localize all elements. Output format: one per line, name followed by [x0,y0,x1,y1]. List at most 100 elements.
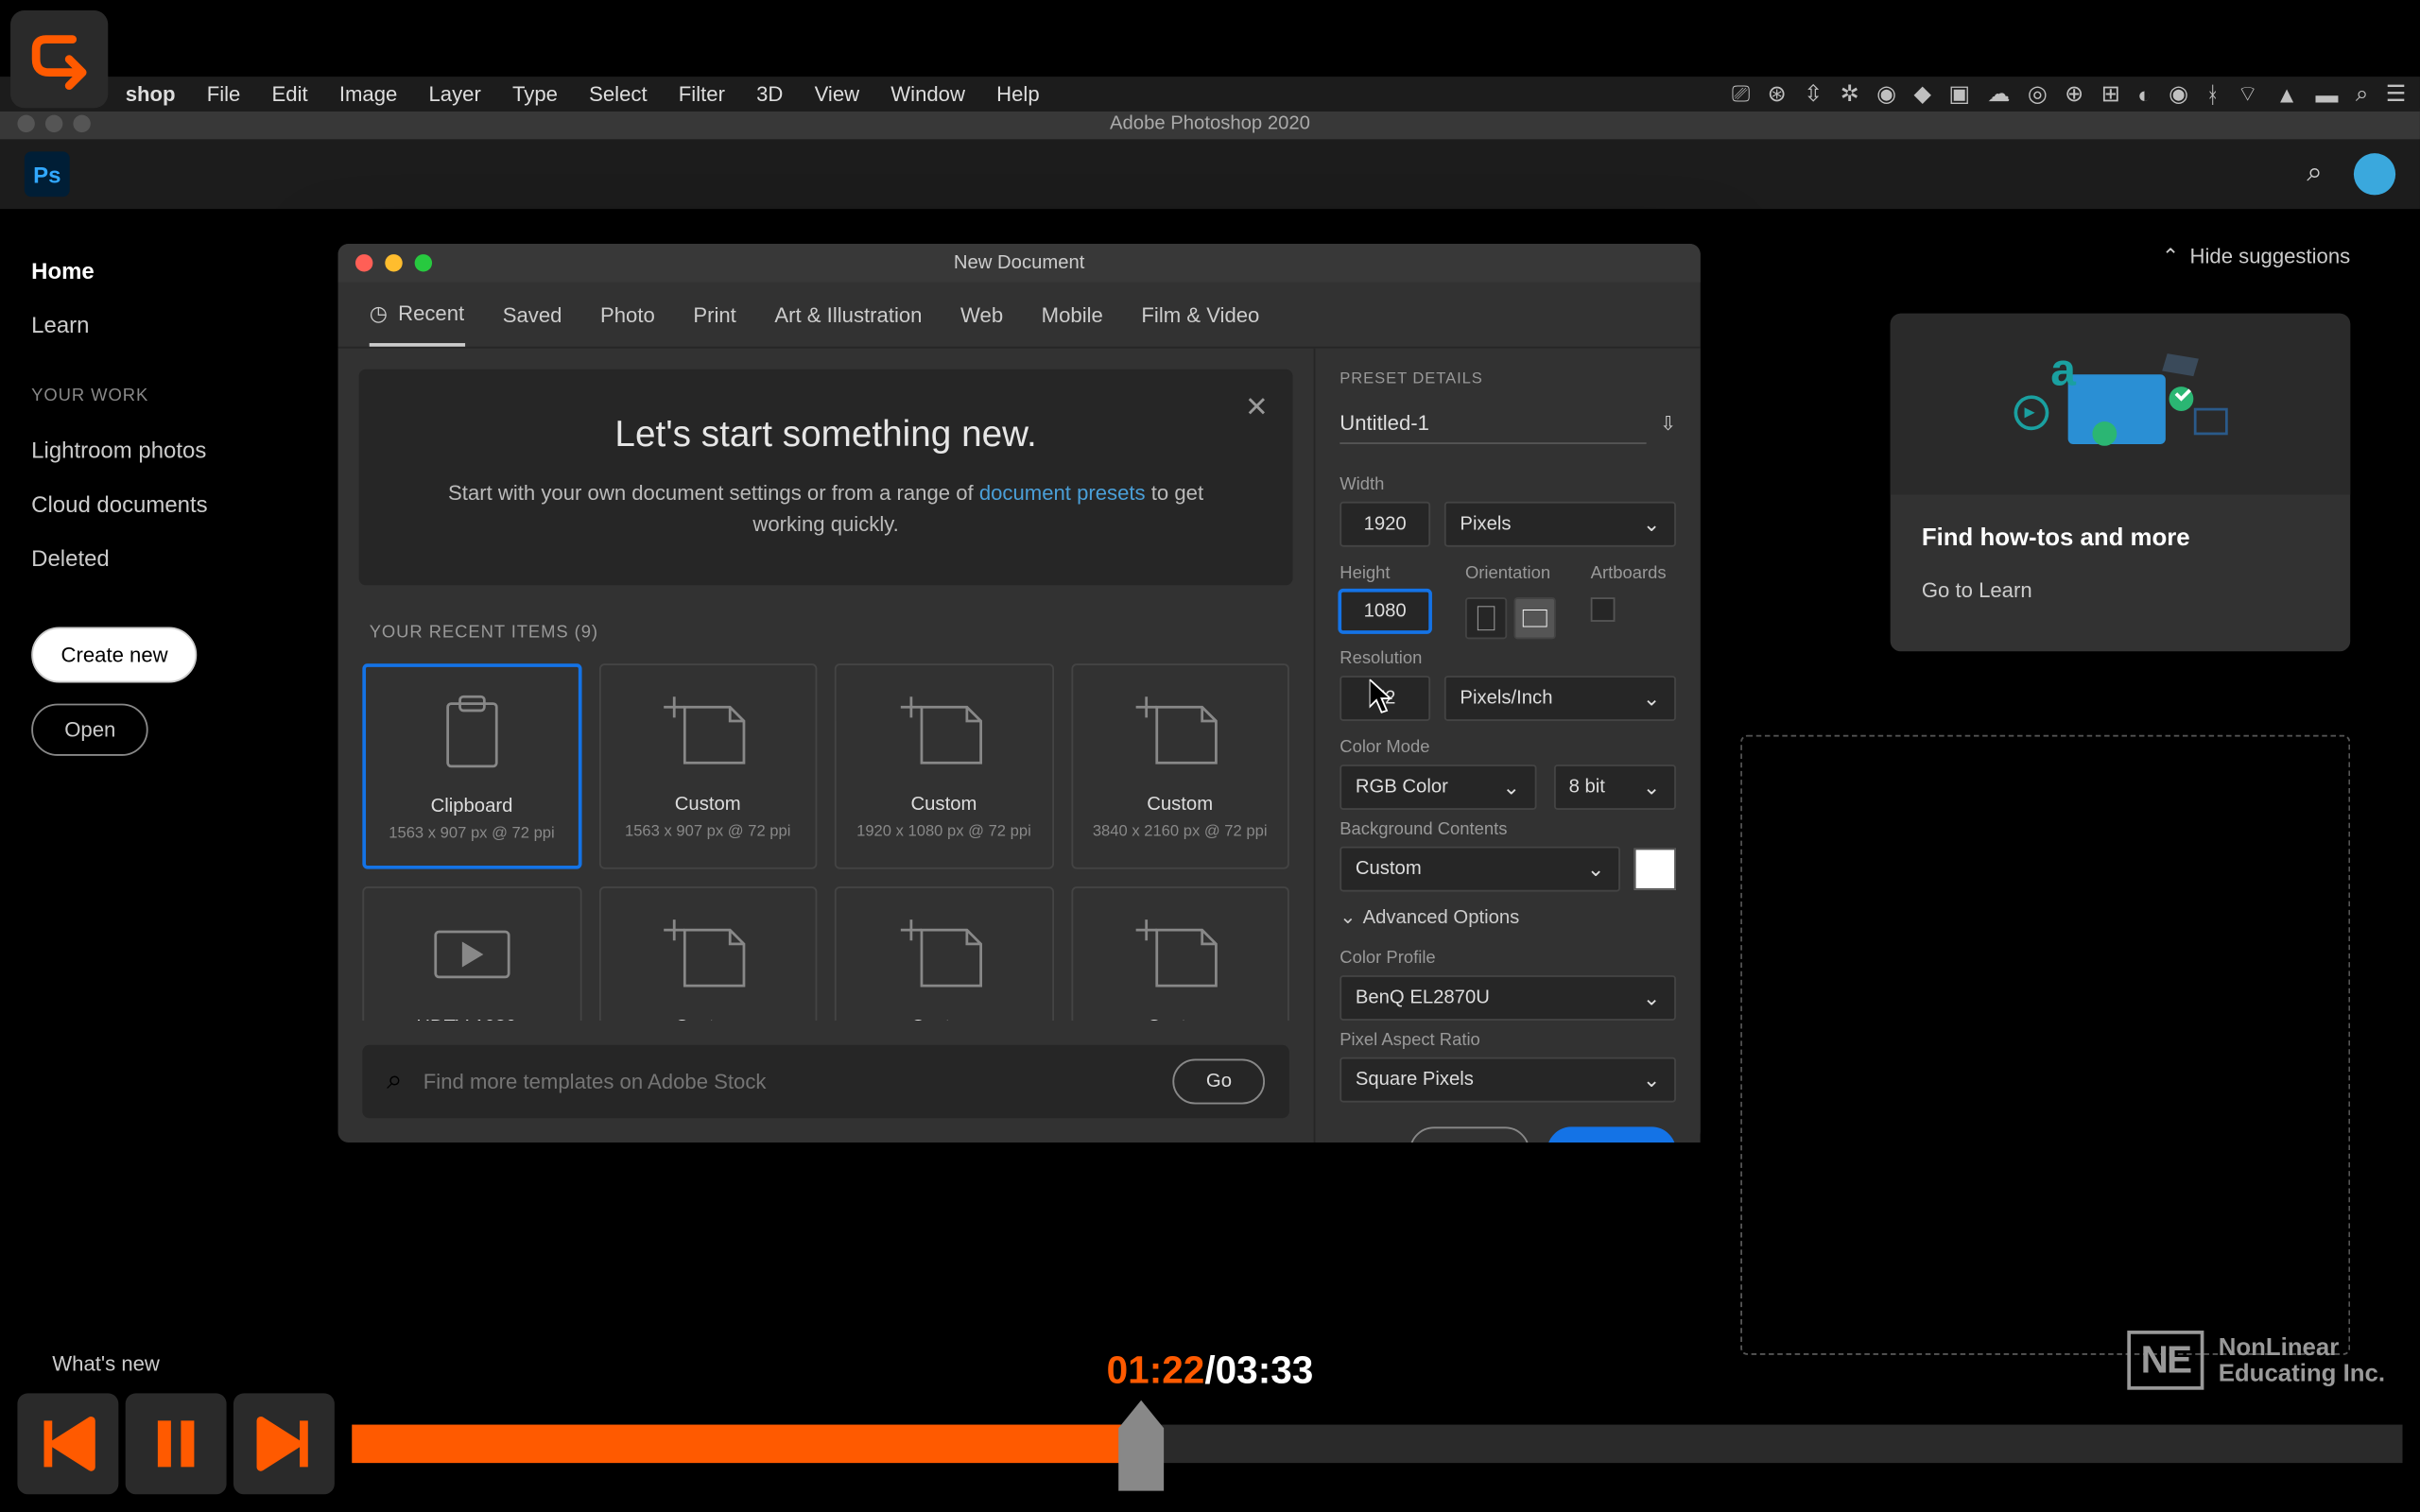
create-new-button[interactable]: Create new [31,627,198,682]
menu-image[interactable]: Image [339,82,397,107]
search-icon[interactable]: ⌕ [2307,159,2323,190]
sidebar-cloud[interactable]: Cloud documents [31,477,282,531]
status-icon[interactable]: ⊞ [2101,80,2120,108]
close-icon[interactable]: ✕ [1245,390,1269,425]
sidebar-learn[interactable]: Learn [31,298,282,352]
menu-edit[interactable]: Edit [272,82,308,107]
status-battery-icon[interactable]: ▬ [2315,81,2338,108]
color-profile-dropdown[interactable]: BenQ EL2870U [1340,975,1676,1021]
status-volume-icon[interactable]: ▲ [2275,81,2298,108]
resolution-unit-dropdown[interactable]: Pixels/Inch [1444,676,1676,721]
status-icon[interactable]: ▣ [1948,80,1970,108]
tab-print[interactable]: Print [693,284,735,344]
dialog-minimize-icon[interactable] [385,254,402,271]
status-icon[interactable]: ◐ [2137,81,2151,108]
menu-select[interactable]: Select [589,82,647,107]
drop-zone[interactable] [1740,735,2350,1355]
menu-file[interactable]: File [207,82,241,107]
menu-help[interactable]: Help [996,82,1039,107]
preset-name-input[interactable] [1340,404,1646,444]
status-icon[interactable]: ⊛ [1768,80,1787,108]
create-button[interactable]: Create [1547,1126,1676,1143]
document-presets-link[interactable]: document presets [979,481,1146,506]
user-avatar[interactable] [2354,153,2395,195]
color-mode-dropdown[interactable]: RGB Color [1340,765,1535,810]
preset-item[interactable]: Custom3840 x 2160 px @ 72 ppi [1071,663,1289,868]
tab-web[interactable]: Web [960,284,1003,344]
preset-name: HDTV 1080p [374,1017,568,1021]
dialog-zoom-icon[interactable] [415,254,432,271]
whats-new-link[interactable]: What's new [52,1351,160,1376]
menu-window[interactable]: Window [890,82,965,107]
open-button[interactable]: Open [31,704,148,756]
preset-details-heading: PRESET DETAILS [1340,369,1676,387]
sidebar-deleted[interactable]: Deleted [31,531,282,585]
status-icon[interactable]: ◉ [1876,80,1896,108]
status-icon[interactable]: ◆ [1914,80,1931,108]
pixel-aspect-dropdown[interactable]: Square Pixels [1340,1057,1676,1103]
status-chrome-icon[interactable]: ◉ [2169,80,2188,108]
menu-layer[interactable]: Layer [428,82,480,107]
artboards-checkbox[interactable] [1591,597,1616,622]
status-screen-icon[interactable]: ⎚ [1732,80,1750,108]
hide-suggestions[interactable]: ⌃ Hide suggestions [2162,244,2350,268]
resolution-input[interactable] [1340,676,1430,721]
status-search-icon[interactable]: ⌕ [2356,80,2368,108]
status-bluetooth-icon[interactable]: ᚼ [2205,81,2219,108]
status-icon[interactable]: ✲ [1841,80,1859,108]
tab-mobile[interactable]: Mobile [1042,284,1103,344]
preset-item[interactable]: Custom1920 x 1080 px @ 72 ppi [835,663,1053,868]
sidebar-home[interactable]: Home [31,244,282,298]
go-button[interactable]: Go [1173,1059,1265,1105]
status-cloud-icon[interactable]: ☁ [1987,80,2010,108]
tab-art[interactable]: Art & Illustration [774,284,922,344]
bit-depth-dropdown[interactable]: 8 bit [1553,765,1676,810]
preset-name: Custom [1082,794,1276,815]
preset-item[interactable]: Custom1563 x 907 px @ 72 ppi [598,663,817,868]
menu-3d[interactable]: 3D [756,82,783,107]
status-menu-icon[interactable]: ☰ [2386,80,2406,108]
save-preset-icon[interactable]: ⇩ [1660,413,1676,436]
status-icon[interactable]: ⊕ [2065,80,2083,108]
portrait-button[interactable] [1465,597,1507,639]
status-wifi-icon[interactable]: ⌔ [2237,80,2258,108]
intro-heading: Let's start something new. [428,415,1222,456]
preset-item[interactable]: Custom1920 x 1080 px @ 72 ppi [598,886,817,1021]
bg-contents-dropdown[interactable]: Custom [1340,847,1620,892]
learn-card-link[interactable]: Go to Learn [1891,564,2351,616]
status-icon[interactable]: ◎ [2028,80,2048,108]
menu-view[interactable]: View [815,82,860,107]
landscape-button[interactable] [1514,597,1556,639]
status-dropbox-icon[interactable]: ⇳ [1804,80,1823,108]
tab-photo[interactable]: Photo [600,284,655,344]
preset-item[interactable]: Clipboard1563 x 907 px @ 72 ppi [362,663,580,868]
stock-search-input[interactable] [424,1070,1152,1094]
pixel-aspect-label: Pixel Aspect Ratio [1340,1031,1676,1050]
progress-thumb[interactable] [1115,1397,1167,1494]
menu-app[interactable]: shop [126,82,176,107]
preset-item[interactable]: HDTV 1080p1920 x 1080 px @ 72 ppi [362,886,580,1021]
home-sidebar: Home Learn YOUR WORK Lightroom photos Cl… [0,209,314,1512]
back-button[interactable] [10,10,108,108]
width-input[interactable] [1340,502,1430,547]
tab-saved[interactable]: Saved [503,284,562,344]
advanced-options-toggle[interactable]: ⌄Advanced Options [1340,905,1676,928]
dialog-close-icon[interactable] [355,254,372,271]
progress-bar[interactable] [352,1425,2402,1464]
menu-type[interactable]: Type [512,82,558,107]
width-unit-dropdown[interactable]: Pixels [1444,502,1676,547]
height-input[interactable] [1340,591,1430,632]
preset-item[interactable]: Custom960 x 728 px @ 72 ppi [1071,886,1289,1021]
preset-item[interactable]: Custom1460 x 204 px @ 72 ppi [835,886,1053,1021]
menu-filter[interactable]: Filter [679,82,725,107]
close-button[interactable]: Close [1410,1126,1530,1143]
tab-recent[interactable]: ◷Recent [370,283,464,345]
sidebar-lightroom[interactable]: Lightroom photos [31,423,282,477]
bg-color-swatch[interactable] [1634,849,1676,890]
intro-banner: ✕ Let's start something new. Start with … [359,369,1293,586]
next-button[interactable] [233,1393,335,1494]
pause-button[interactable] [126,1393,227,1494]
preset-name: Custom [1082,1017,1276,1021]
tab-film[interactable]: Film & Video [1141,284,1259,344]
previous-button[interactable] [17,1393,118,1494]
